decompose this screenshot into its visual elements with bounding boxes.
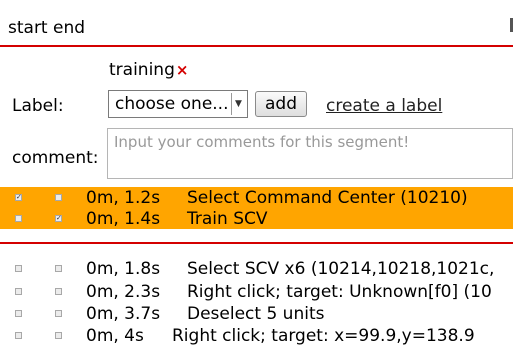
segment-title: start end <box>8 18 86 38</box>
row-checkbox-b[interactable] <box>55 288 62 295</box>
action-description: Select SCV x6 (10214,10218,1021c, <box>187 258 495 279</box>
action-description: Train SCV <box>187 208 268 229</box>
row-checkbox-b[interactable] <box>55 215 62 222</box>
action-time: 0m, 1.8s <box>86 258 161 279</box>
action-time: 0m, 3.7s <box>86 303 161 324</box>
header-divider <box>0 45 513 47</box>
label-caption: Label: <box>12 96 64 116</box>
comment-input[interactable] <box>107 128 513 179</box>
action-row[interactable]: 0m, 4s Right click; target: x=99.9,y=138… <box>0 325 513 346</box>
label-tag-text: training <box>109 60 175 80</box>
label-select[interactable]: choose one... ▼ <box>108 90 248 118</box>
remove-tag-icon[interactable]: × <box>176 61 189 79</box>
selection-divider <box>0 242 513 244</box>
action-description: Right click; target: x=99.9,y=138.9 <box>172 325 475 346</box>
create-label-link[interactable]: create a label <box>326 96 442 116</box>
row-checkbox-b[interactable] <box>55 194 62 201</box>
action-row[interactable]: 0m, 1.8s Select SCV x6 (10214,10218,1021… <box>0 258 513 279</box>
action-time: 0m, 4s <box>86 325 144 346</box>
row-checkbox-b[interactable] <box>55 265 62 272</box>
action-description: Select Command Center (10210) <box>187 187 468 208</box>
action-row[interactable]: 0m, 1.4s Train SCV <box>0 208 513 229</box>
action-description: Deselect 5 units <box>187 303 325 324</box>
action-time: 0m, 1.4s <box>86 208 161 229</box>
row-checkbox-b[interactable] <box>55 310 62 317</box>
row-checkbox-a[interactable] <box>15 215 22 222</box>
action-description: Right click; target: Unknown[f0] (10 <box>187 281 492 302</box>
action-row[interactable]: 0m, 2.3s Right click; target: Unknown[f0… <box>0 281 513 302</box>
row-checkbox-a[interactable] <box>15 332 22 339</box>
action-row[interactable]: 0m, 3.7s Deselect 5 units <box>0 303 513 324</box>
add-button[interactable]: add <box>255 91 307 117</box>
row-checkbox-a[interactable] <box>15 265 22 272</box>
action-row[interactable]: 0m, 1.2s Select Command Center (10210) <box>0 187 513 208</box>
comment-caption: comment: <box>12 148 99 168</box>
row-checkbox-b[interactable] <box>55 332 62 339</box>
label-tag: training× <box>109 60 188 80</box>
row-checkbox-a[interactable] <box>15 288 22 295</box>
label-select-value: choose one... <box>115 94 229 114</box>
action-time: 0m, 2.3s <box>86 281 161 302</box>
chevron-down-icon[interactable]: ▼ <box>231 93 245 115</box>
row-checkbox-a[interactable] <box>15 194 22 201</box>
row-checkbox-a[interactable] <box>15 310 22 317</box>
action-time: 0m, 1.2s <box>86 187 161 208</box>
